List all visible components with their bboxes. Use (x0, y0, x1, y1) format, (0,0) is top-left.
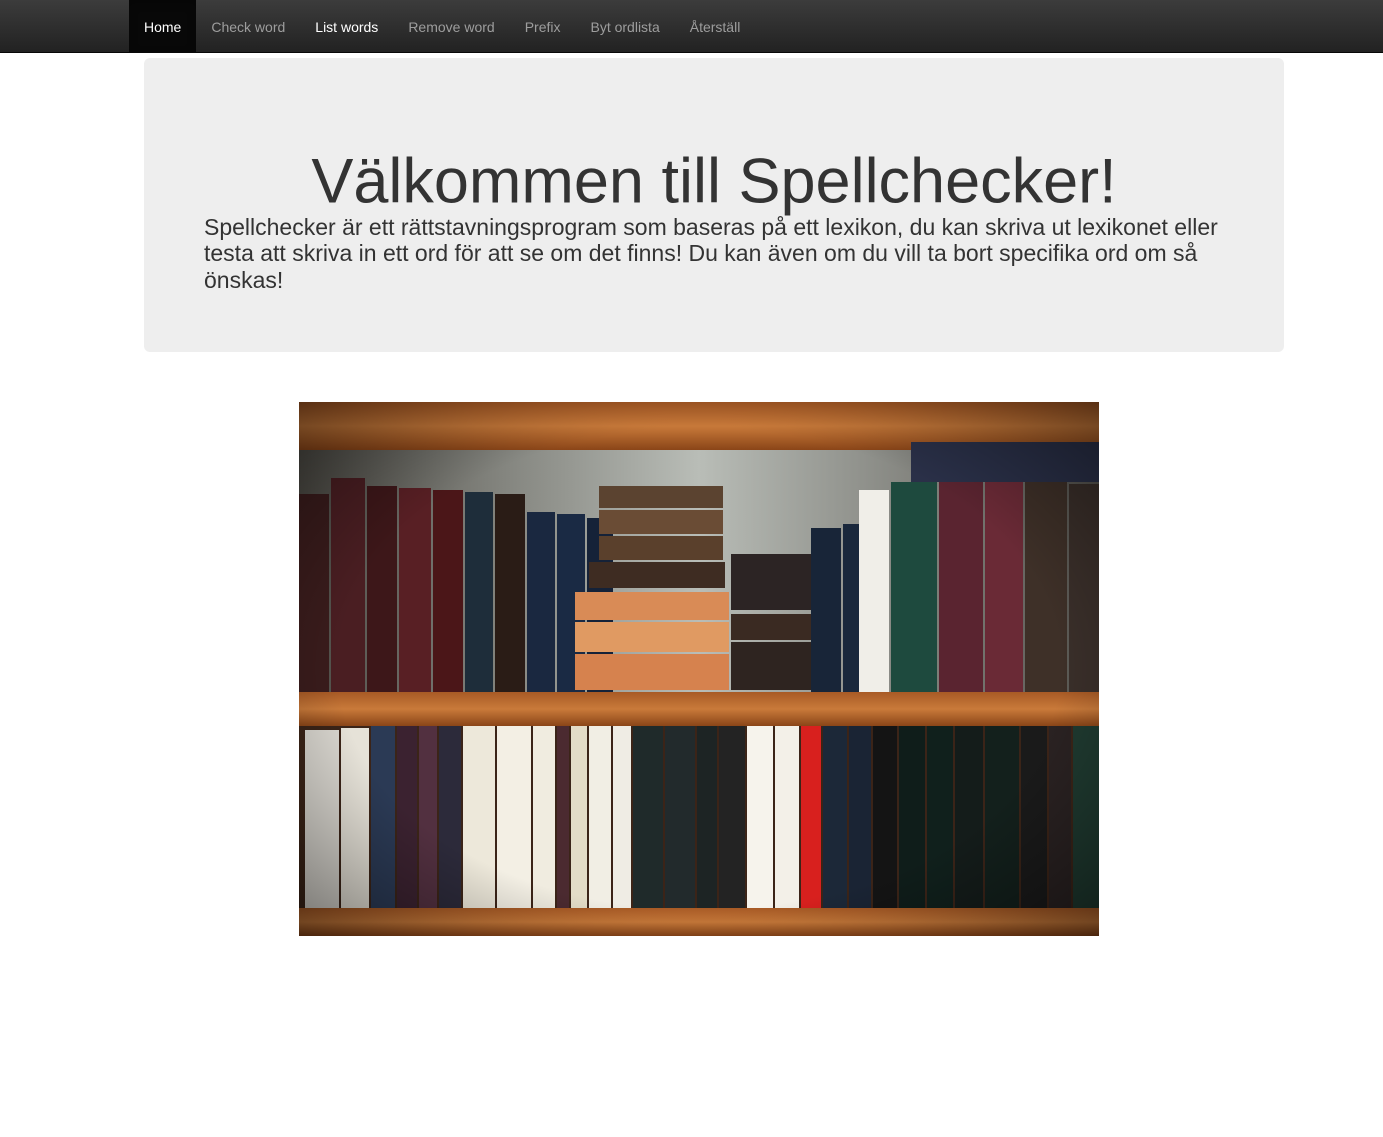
nav-menu: Home Check word List words Remove word P… (129, 0, 755, 52)
bookshelf-illustration (299, 402, 1099, 936)
nav-item-byt-ordlista[interactable]: Byt ordlista (575, 0, 674, 52)
intro-text-container: Spellchecker är ett rättstavningsprogram… (204, 214, 1234, 293)
nav-item-remove-word[interactable]: Remove word (393, 0, 509, 52)
page-title: Välkommen till Spellchecker! (311, 146, 1117, 217)
bookshelf-image (299, 402, 1099, 936)
nav-item-list-words[interactable]: List words (300, 0, 393, 52)
jumbotron: Välkommen till Spellchecker! Spellchecke… (144, 58, 1284, 352)
intro-text: Spellchecker är ett rättstavningsprogram… (204, 214, 1218, 293)
navbar: Home Check word List words Remove word P… (0, 0, 1383, 53)
nav-item-home[interactable]: Home (129, 0, 197, 52)
nav-item-aterstall[interactable]: Återställ (675, 0, 756, 52)
nav-item-prefix[interactable]: Prefix (510, 0, 576, 52)
nav-item-check-word[interactable]: Check word (196, 0, 300, 52)
